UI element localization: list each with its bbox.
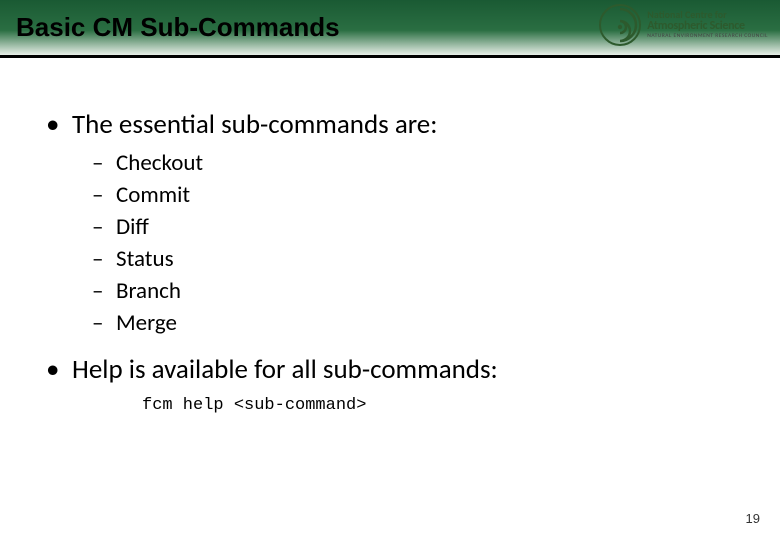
swirl-icon: [599, 4, 641, 46]
code-example: fcm help <sub-command>: [72, 396, 740, 415]
sub-list: Checkout Commit Diff Status Branch Merge: [72, 149, 740, 337]
bullet-1-text: The essential sub-commands are:: [72, 108, 437, 141]
slide-title: Basic CM Sub-Commands: [16, 12, 340, 43]
sub-item: Status: [72, 245, 740, 273]
sub-item: Diff: [72, 213, 740, 241]
logo-text: National Centre for Atmospheric Science …: [647, 10, 768, 40]
logo-line3: NATURAL ENVIRONMENT RESEARCH COUNCIL: [647, 34, 768, 40]
slide-content: The essential sub-commands are: Checkout…: [0, 58, 780, 415]
ncas-logo: National Centre for Atmospheric Science …: [599, 4, 768, 46]
page-number: 19: [746, 511, 760, 526]
sub-item: Merge: [72, 309, 740, 337]
sub-item: Branch: [72, 277, 740, 305]
logo-line2: Atmospheric Science: [647, 20, 768, 32]
slide-header: Basic CM Sub-Commands National Centre fo…: [0, 0, 780, 58]
bullet-1: The essential sub-commands are: Checkout…: [46, 108, 740, 337]
bullet-2: Help is available for all sub-commands: …: [46, 353, 740, 415]
main-list: The essential sub-commands are: Checkout…: [46, 108, 740, 415]
bullet-2-text: Help is available for all sub-commands:: [72, 353, 498, 386]
sub-item: Commit: [72, 181, 740, 209]
sub-item: Checkout: [72, 149, 740, 177]
